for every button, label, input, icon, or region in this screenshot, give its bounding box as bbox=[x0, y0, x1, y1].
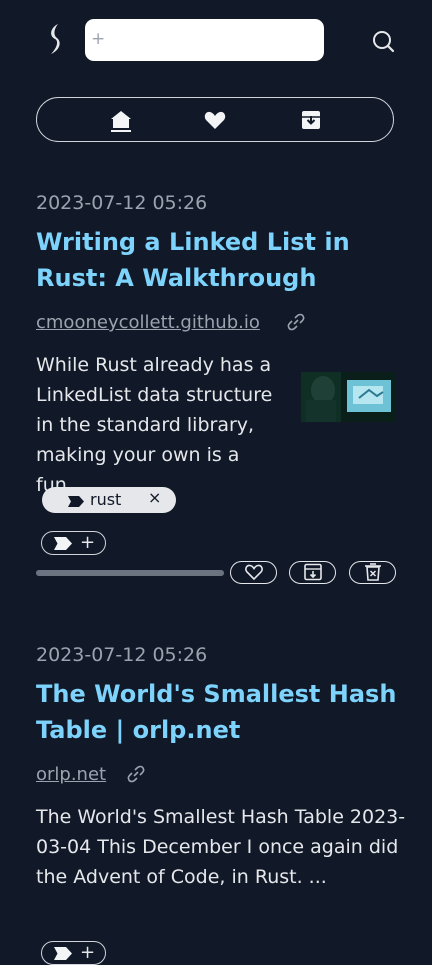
heart-icon[interactable] bbox=[203, 108, 227, 132]
reading-progress-bar bbox=[36, 570, 224, 576]
archive-icon[interactable] bbox=[299, 108, 323, 132]
article-date: 2023-07-12 05:26 bbox=[36, 192, 208, 214]
app-logo[interactable] bbox=[44, 22, 68, 56]
archive-button[interactable] bbox=[289, 561, 336, 584]
tag-icon bbox=[68, 496, 84, 507]
reading-progress-fill bbox=[36, 570, 224, 576]
archive-icon bbox=[304, 563, 322, 581]
search-bar[interactable]: + bbox=[85, 19, 324, 61]
heart-icon bbox=[245, 564, 263, 581]
nav-bar bbox=[36, 97, 394, 142]
add-tag-button[interactable]: + bbox=[41, 941, 106, 965]
home-icon[interactable] bbox=[109, 108, 133, 132]
link-icon[interactable] bbox=[126, 764, 146, 784]
article-domain[interactable]: cmooneycollett.github.io bbox=[36, 312, 260, 334]
plus-icon: + bbox=[91, 29, 106, 49]
add-tag-button[interactable]: + bbox=[41, 531, 106, 555]
article-title[interactable]: Writing a Linked List in Rust: A Walkthr… bbox=[36, 224, 406, 296]
remove-tag-button[interactable]: × bbox=[148, 488, 161, 508]
delete-button[interactable] bbox=[349, 561, 396, 584]
article-date: 2023-07-12 05:26 bbox=[36, 644, 208, 666]
article-domain[interactable]: orlp.net bbox=[36, 764, 106, 786]
article-title[interactable]: The World's Smallest Hash Table | orlp.n… bbox=[36, 676, 406, 748]
plus-icon: + bbox=[80, 532, 96, 553]
tag-chip[interactable]: rust × bbox=[42, 487, 176, 513]
article-thumbnail[interactable] bbox=[301, 372, 396, 422]
favorite-button[interactable] bbox=[230, 561, 277, 584]
search-icon[interactable] bbox=[370, 28, 396, 54]
trash-icon bbox=[365, 563, 381, 581]
tag-icon bbox=[54, 947, 72, 960]
article-description: While Rust already has a LinkedList data… bbox=[36, 354, 273, 496]
article-description: The World's Smallest Hash Table 2023-03-… bbox=[36, 806, 406, 888]
search-input[interactable] bbox=[107, 25, 316, 57]
link-icon[interactable] bbox=[286, 312, 306, 332]
tag-icon bbox=[54, 537, 72, 550]
tag-label: rust bbox=[90, 490, 122, 509]
